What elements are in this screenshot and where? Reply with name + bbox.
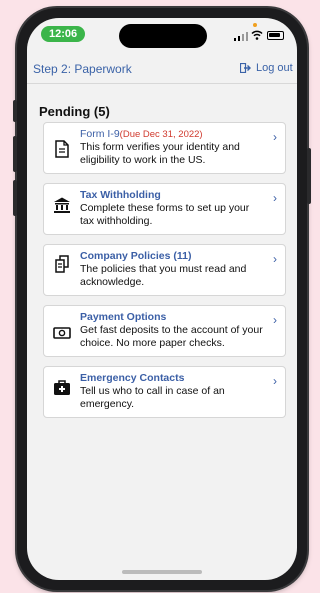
page-title: Step 2: Paperwork	[33, 62, 132, 76]
task-card-description: The policies that you must read and ackn…	[80, 263, 247, 288]
logout-label: Log out	[256, 62, 293, 74]
pending-task-list: Form I-9(Due Dec 31, 2022) This form ver…	[43, 122, 286, 427]
phone-frame: 12:06 Step 2: Paperwork Log out Pending …	[13, 8, 311, 590]
phone-screen: 12:06 Step 2: Paperwork Log out Pending …	[27, 18, 297, 580]
bank-icon	[54, 197, 70, 213]
task-title-text: Form I-9	[80, 128, 120, 140]
task-card-description: This form verifies your identity and eli…	[80, 141, 240, 166]
task-card-emergency-contacts[interactable]: Emergency Contacts Tell us who to call i…	[43, 366, 286, 418]
task-card-title: Emergency Contacts	[80, 372, 185, 384]
battery-icon	[267, 31, 284, 40]
app-header: Step 2: Paperwork Log out	[27, 52, 297, 84]
dynamic-island	[119, 24, 207, 48]
task-card-title: Form I-9(Due Dec 31, 2022)	[80, 128, 265, 141]
logout-button[interactable]: Log out	[240, 62, 293, 74]
volume-up-button	[13, 136, 17, 172]
task-card-description: Get fast deposits to the account of your…	[80, 324, 263, 349]
medical-kit-icon	[54, 380, 70, 395]
task-card-title: Tax Withholding	[80, 189, 161, 201]
home-indicator[interactable]	[122, 570, 202, 574]
mute-switch	[13, 100, 17, 122]
chevron-right-icon: ›	[273, 252, 277, 266]
status-time: 12:06	[41, 26, 86, 42]
task-card-description: Complete these forms to set up your tax …	[80, 202, 250, 227]
privacy-indicator-dot	[253, 23, 257, 27]
cellular-signal-icon	[234, 31, 248, 41]
task-card-title: Company Policies (11)	[80, 250, 192, 262]
task-card-title: Payment Options	[80, 311, 167, 323]
due-date: (Due Dec 31, 2022)	[119, 129, 203, 140]
chevron-right-icon: ›	[273, 313, 277, 327]
money-icon	[53, 327, 71, 339]
task-card-payment-options[interactable]: Payment Options Get fast deposits to the…	[43, 305, 286, 357]
task-card-company-policies[interactable]: Company Policies (11) The policies that …	[43, 244, 286, 296]
wifi-icon	[251, 30, 263, 40]
task-card-description: Tell us who to call in case of an emerge…	[80, 385, 225, 410]
document-icon	[55, 140, 69, 158]
section-heading: Pending (5)	[39, 104, 110, 119]
chevron-right-icon: ›	[273, 130, 277, 144]
task-card-form-i9[interactable]: Form I-9(Due Dec 31, 2022) This form ver…	[43, 122, 286, 174]
chevron-right-icon: ›	[273, 191, 277, 205]
logout-icon	[240, 63, 251, 73]
volume-down-button	[13, 180, 17, 216]
task-card-tax-withholding[interactable]: Tax Withholding Complete these forms to …	[43, 183, 286, 235]
chevron-right-icon: ›	[273, 374, 277, 388]
status-bar: 12:06	[27, 18, 297, 52]
documents-icon	[55, 255, 69, 273]
power-button	[307, 148, 311, 204]
